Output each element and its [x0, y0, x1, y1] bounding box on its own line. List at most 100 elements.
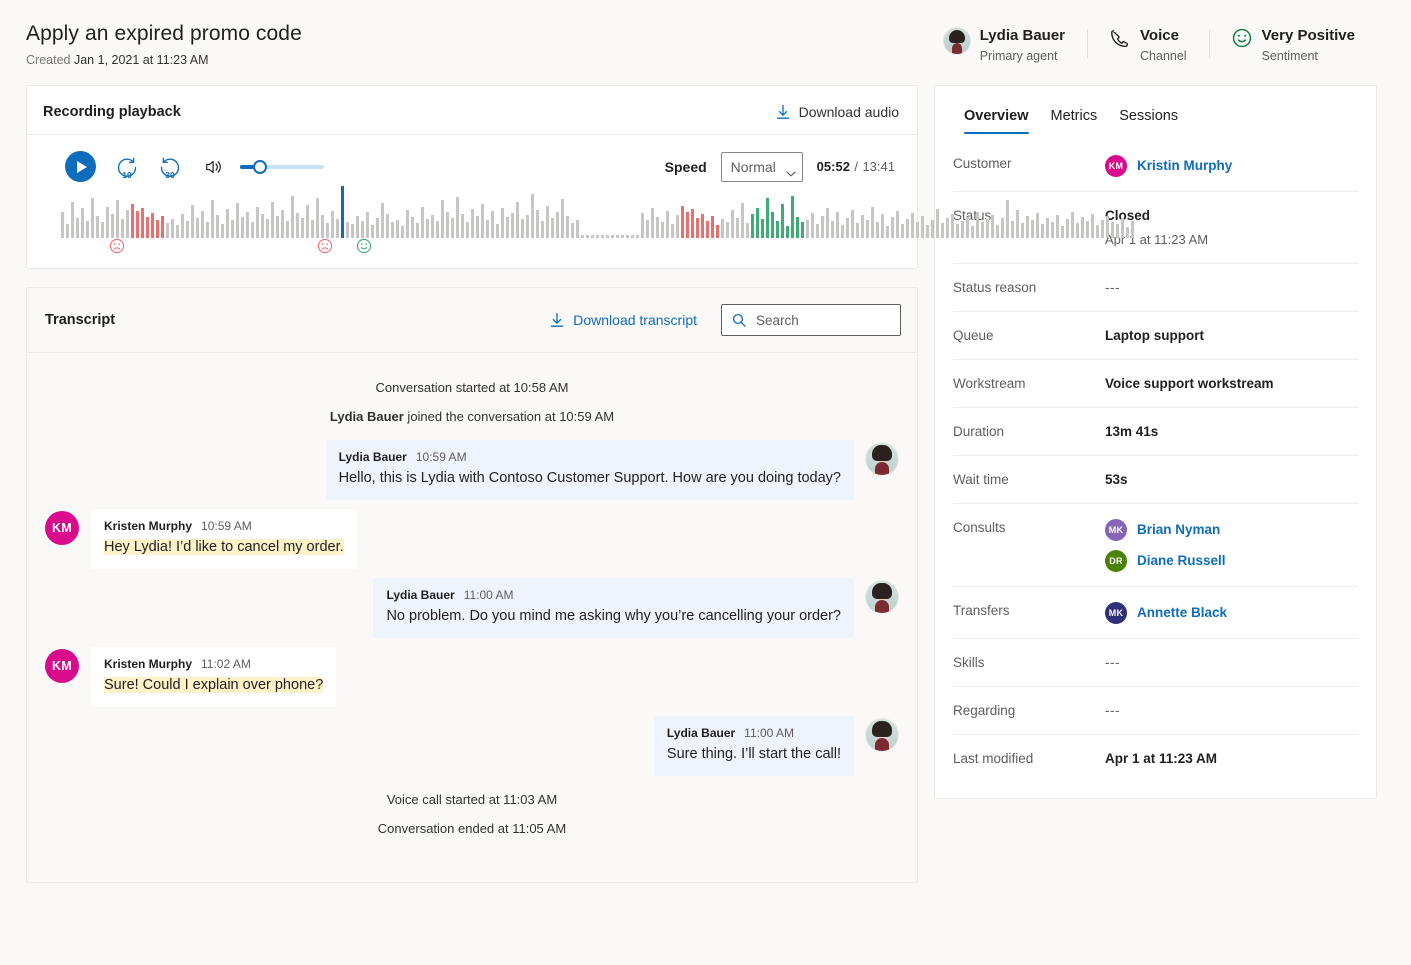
search-input[interactable]: Search — [721, 304, 901, 336]
forward-30-button[interactable]: 30 — [158, 155, 182, 179]
tab-sessions[interactable]: Sessions — [1108, 102, 1189, 134]
waveform-bar — [231, 220, 234, 238]
detail-value: Voice support workstream — [1105, 375, 1358, 393]
tab-metrics[interactable]: Metrics — [1040, 102, 1109, 134]
agent-avatar — [865, 442, 899, 476]
waveform-bar — [941, 223, 944, 238]
header-left: Apply an expired promo code Created Jan … — [26, 22, 921, 67]
waveform-bar — [716, 225, 719, 238]
sentiment-negative-icon[interactable] — [317, 238, 333, 254]
person-entry[interactable]: MKAnnette Black — [1105, 602, 1358, 624]
waveform-bar — [116, 200, 119, 238]
waveform-bar — [751, 214, 754, 238]
download-icon — [550, 312, 564, 328]
waveform-bar — [511, 213, 514, 238]
volume-slider[interactable] — [240, 160, 324, 174]
message-meta: Kristen Murphy11:02 AM — [104, 657, 323, 671]
waveform-bar — [961, 221, 964, 238]
waveform-bar — [491, 211, 494, 238]
main-content: Recording playback Download audio — [0, 67, 1411, 883]
volume-thumb[interactable] — [253, 160, 267, 174]
phone-icon — [1109, 28, 1131, 50]
waveform-bar — [346, 222, 349, 238]
waveform-bar — [711, 216, 714, 238]
transcript-system-line: Conversation ended at 11:05 AM — [45, 814, 899, 843]
detail-label: Customer — [953, 155, 1105, 173]
channel-name: Voice — [1140, 26, 1187, 45]
waveform-bar — [501, 208, 504, 238]
avatar: KM — [1105, 155, 1127, 177]
detail-value: KM Kristin Murphy — [1105, 155, 1358, 177]
waveform-bar — [516, 202, 519, 238]
waveform-bar — [726, 222, 729, 238]
tab-overview[interactable]: Overview — [953, 102, 1040, 134]
waveform-bar — [376, 218, 379, 238]
recording-playback-card: Recording playback Download audio — [26, 85, 918, 269]
waveform-bar — [656, 217, 659, 238]
person-entry[interactable]: KM Kristin Murphy — [1105, 155, 1358, 177]
download-audio-button[interactable]: Download audio — [776, 104, 899, 120]
detail-row: WorkstreamVoice support workstream — [953, 360, 1358, 408]
detail-value: --- — [1105, 279, 1358, 297]
detail-value: 13m 41s — [1105, 423, 1358, 441]
waveform-bar — [331, 211, 334, 238]
transcript-message: Lydia Bauer10:59 AMHello, this is Lydia … — [45, 440, 899, 500]
waveform-bar — [786, 226, 789, 238]
waveform-bar — [181, 214, 184, 238]
waveform[interactable] — [61, 192, 905, 238]
person-link[interactable]: Diane Russell — [1137, 552, 1226, 570]
message-bubble: Lydia Bauer10:59 AMHello, this is Lydia … — [326, 440, 854, 500]
waveform-bar — [266, 219, 269, 238]
sentiment-negative-icon[interactable] — [109, 238, 125, 254]
waveform-bar — [816, 224, 819, 238]
waveform-bar — [396, 220, 399, 238]
waveform-bar — [1076, 223, 1079, 238]
sentiment-label: Sentiment — [1262, 49, 1355, 64]
download-transcript-button[interactable]: Download transcript — [550, 312, 697, 328]
waveform-bar — [761, 219, 764, 238]
waveform-area[interactable] — [27, 186, 917, 252]
detail-label: Queue — [953, 327, 1105, 345]
message-time: 10:59 AM — [201, 519, 252, 533]
waveform-bar — [826, 208, 829, 238]
waveform-bar — [216, 215, 219, 238]
waveform-bar — [1056, 215, 1059, 238]
play-button[interactable] — [65, 151, 96, 182]
message-bubble: Kristen Murphy11:02 AMSure! Could I expl… — [91, 647, 336, 707]
transcript-system-line: Voice call started at 11:03 AM — [45, 785, 899, 814]
waveform-bar — [796, 217, 799, 238]
rewind-10-button[interactable]: 10 — [115, 155, 139, 179]
message-sender: Kristen Murphy — [104, 657, 192, 671]
person-link[interactable]: Brian Nyman — [1137, 521, 1220, 539]
waveform-bar — [221, 224, 224, 238]
waveform-bar — [321, 215, 324, 238]
waveform-bar — [1081, 217, 1084, 238]
download-transcript-label: Download transcript — [573, 312, 697, 328]
person-link[interactable]: Annette Black — [1137, 604, 1227, 622]
message-time: 11:00 AM — [744, 726, 794, 740]
detail-row: Duration13m 41s — [953, 408, 1358, 456]
person-entry[interactable]: MKBrian Nyman — [1105, 519, 1358, 541]
waveform-bar — [526, 215, 529, 238]
waveform-bar — [911, 213, 914, 238]
waveform-bar — [891, 217, 894, 238]
message-sender: Lydia Bauer — [386, 588, 454, 602]
waveform-bar — [906, 219, 909, 238]
waveform-bar — [436, 221, 439, 238]
person-entry[interactable]: DRDiane Russell — [1105, 550, 1358, 572]
waveform-bar — [211, 200, 214, 238]
person-link[interactable]: Kristin Murphy — [1137, 157, 1232, 175]
waveform-bar — [566, 216, 569, 238]
sentiment-positive-icon[interactable] — [356, 238, 372, 254]
waveform-bar — [446, 212, 449, 238]
speed-select[interactable]: Normal — [721, 152, 803, 182]
waveform-bar — [536, 210, 539, 238]
detail-label: Duration — [953, 423, 1105, 441]
avatar — [943, 27, 971, 55]
chevron-down-icon — [786, 164, 796, 170]
waveform-bar — [486, 220, 489, 238]
transcript-card: Transcript Download transcript — [26, 287, 918, 883]
waveform-bar — [296, 213, 299, 238]
playhead[interactable] — [341, 186, 344, 238]
volume-icon[interactable] — [204, 157, 224, 177]
